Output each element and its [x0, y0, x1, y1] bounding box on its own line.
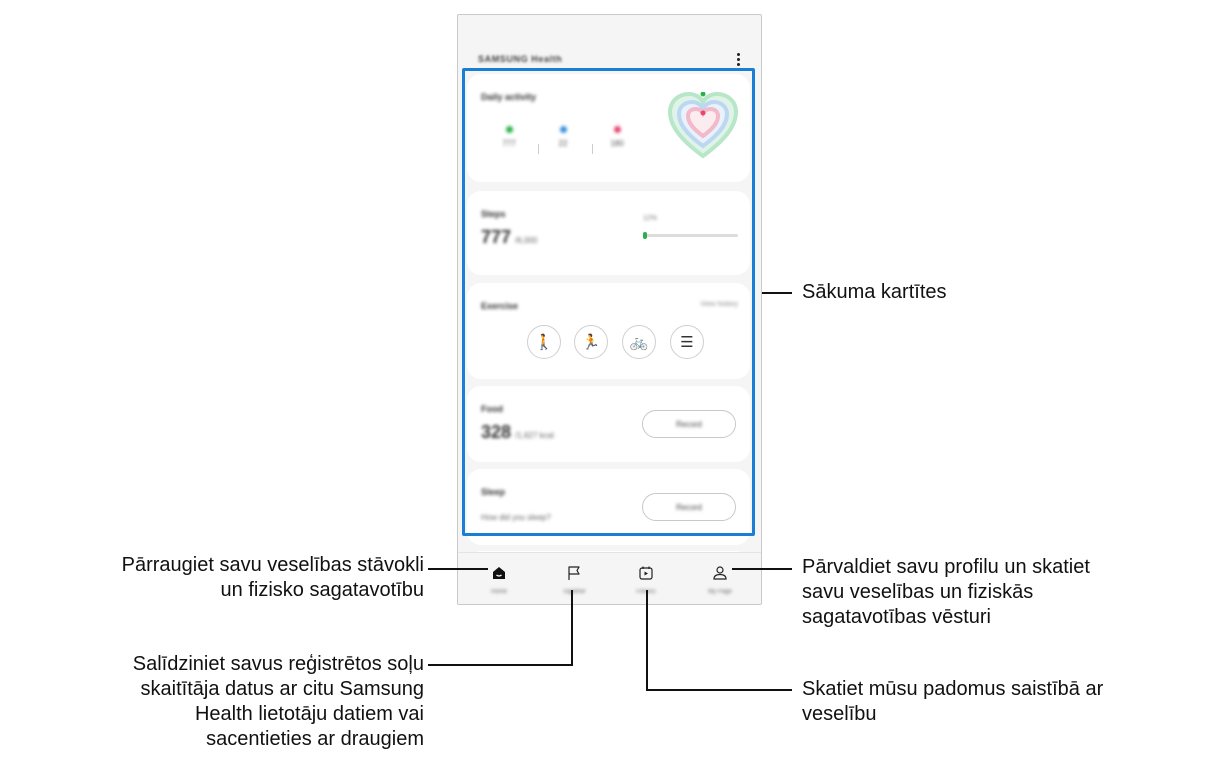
- record-label: Record: [676, 419, 702, 429]
- callout-line: sagatavotības vēsturi: [802, 606, 991, 628]
- callout-line-my-page: [732, 568, 792, 570]
- running-button[interactable]: 🏃: [574, 325, 608, 359]
- food-card[interactable]: Food 328/1,627 kcal Record: [467, 386, 750, 462]
- view-history-link[interactable]: View history: [700, 301, 738, 308]
- callout-line: Salīdziniet savus reģistrētos soļu: [132, 653, 424, 675]
- exercise-list-button[interactable]: ☰: [670, 325, 704, 359]
- sleep-question: How did you sleep?: [481, 513, 551, 522]
- phone-screen: SAMSUNG Health Daily activity 777 22 180…: [457, 14, 762, 605]
- record-label: Record: [676, 502, 702, 512]
- callout-line-together-v: [571, 590, 573, 666]
- nav-home[interactable]: Home: [463, 553, 535, 604]
- nav-together[interactable]: Together: [538, 553, 610, 604]
- callout-line: Health lietotāju datiem vai: [194, 703, 424, 725]
- callout-line-home-cards: [762, 292, 792, 294]
- exercise-card[interactable]: Exercise View history 🚶 🏃 🚲 ☰: [467, 283, 750, 379]
- callout-line-fitness-h: [646, 689, 792, 691]
- active-time-icon: [559, 126, 567, 133]
- callout-home: Pārraugiet savu veselības stāvokli un fi…: [4, 553, 424, 603]
- callout-my-page: Pārvaldiet savu profilu un skatiet savu …: [802, 555, 1090, 630]
- callout-line: sacentieties ar draugiem: [206, 728, 424, 750]
- callout-together: Salīdziniet savus reģistrētos soļu skait…: [4, 652, 424, 752]
- steps-progress-track: [643, 234, 738, 237]
- active-time-metric: 22: [543, 126, 583, 148]
- callout-line: Pārraugiet savu veselības stāvokli: [121, 554, 424, 576]
- callout-line-fitness-v: [646, 590, 648, 691]
- nav-label: Together: [562, 589, 586, 595]
- steps-count: 777: [481, 227, 512, 247]
- bottom-navigation: Home Together Fitness My Page: [458, 552, 761, 604]
- cycling-icon: 🚲: [629, 333, 649, 351]
- calories-icon: [613, 126, 621, 133]
- steps-icon: [505, 126, 513, 133]
- list-icon: ☰: [680, 333, 694, 351]
- callout-home-cards: Sākuma kartītes: [802, 281, 947, 303]
- food-record-button[interactable]: Record: [642, 410, 736, 438]
- nav-label: Home: [490, 589, 507, 595]
- card-title: Sleep: [481, 487, 506, 497]
- cycling-button[interactable]: 🚲: [622, 325, 656, 359]
- home-icon: [493, 567, 505, 579]
- sleep-card[interactable]: Sleep How did you sleep? Record: [467, 469, 750, 545]
- steps-value: 777/6,000: [481, 227, 537, 248]
- steps-progress-fill: [643, 232, 647, 239]
- running-icon: 🏃: [581, 333, 601, 351]
- divider: [592, 144, 593, 154]
- nav-label: My Page: [708, 589, 732, 595]
- activity-heart-icon: [668, 92, 738, 159]
- walking-icon: 🚶: [534, 333, 554, 351]
- food-goal: /1,627 kcal: [515, 431, 554, 440]
- app-title: SAMSUNG Health: [478, 54, 563, 64]
- divider: [538, 144, 539, 154]
- card-title: Daily activity: [481, 92, 537, 102]
- food-value: 328/1,627 kcal: [481, 422, 554, 443]
- walking-button[interactable]: 🚶: [527, 325, 561, 359]
- card-title: Exercise: [481, 301, 519, 311]
- callout-line: Pārvaldiet savu profilu un skatiet: [802, 556, 1090, 578]
- callout-line-together-h: [428, 664, 573, 666]
- calendar-play-icon: [639, 566, 653, 580]
- sleep-record-button[interactable]: Record: [642, 493, 736, 521]
- nav-my-page[interactable]: My Page: [684, 553, 756, 604]
- calories-metric: 180: [597, 126, 637, 148]
- steps-goal: /6,000: [515, 236, 538, 245]
- card-title: Steps: [481, 209, 506, 219]
- metric-value: 777: [502, 139, 516, 148]
- metric-value: 22: [558, 139, 568, 148]
- steps-card[interactable]: Steps 777/6,000 12%: [467, 191, 750, 275]
- more-vertical-icon[interactable]: [733, 51, 743, 69]
- food-kcal: 328: [481, 422, 512, 442]
- steps-metric: 777: [489, 126, 529, 148]
- flag-icon: [568, 566, 580, 580]
- callout-line: skaitītāja datus ar citu Samsung: [140, 678, 424, 700]
- progress-label: 12%: [643, 215, 658, 222]
- callout-fitness: Skatiet mūsu padomus saistībā ar veselīb…: [802, 677, 1103, 727]
- daily-activity-card[interactable]: Daily activity 777 22 180: [467, 74, 750, 182]
- metric-value: 180: [610, 139, 624, 148]
- callout-line: Skatiet mūsu padomus saistībā ar: [802, 678, 1104, 700]
- callout-line: un fizisko sagatavotību: [220, 579, 424, 601]
- card-title: Food: [481, 404, 503, 414]
- callout-line: veselību: [802, 703, 877, 725]
- callout-line: savu veselības un fiziskās: [802, 581, 1034, 603]
- app-header: SAMSUNG Health: [478, 51, 743, 71]
- callout-line-home: [428, 568, 488, 570]
- person-icon: [713, 566, 727, 580]
